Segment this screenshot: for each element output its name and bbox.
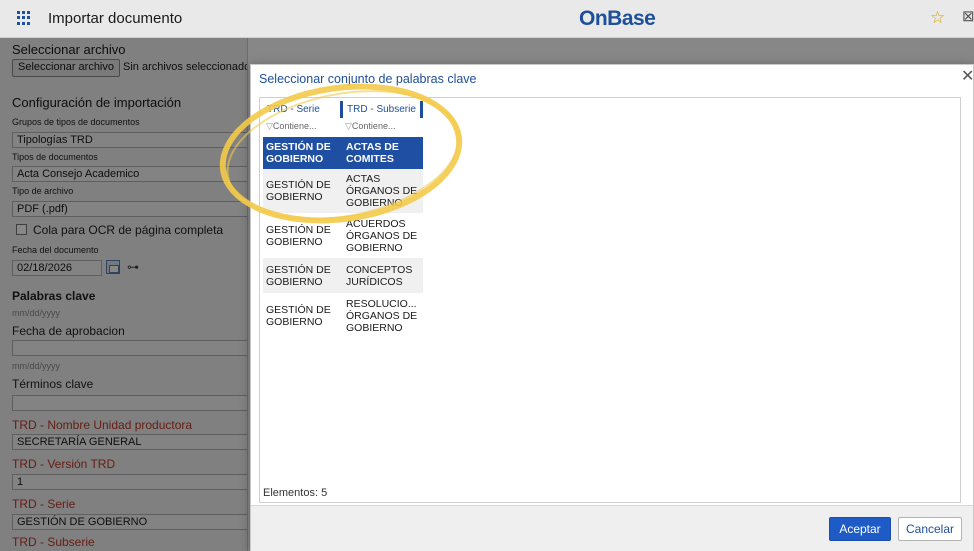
page-title: Importar documento [48, 10, 183, 27]
keyword-grid-panel: TRD - Serie TRD - Subserie ▽Contiene... … [259, 97, 961, 503]
logo-mark: · [646, 9, 648, 15]
close-icon[interactable]: ✕ [961, 69, 974, 85]
cell-subserie: ACTAS ÓRGANOS DE GOBIERNO [346, 173, 418, 209]
cancel-button[interactable]: Cancelar [898, 517, 962, 541]
keyword-set-dialog: Seleccionar conjunto de palabras clave ✕… [250, 64, 974, 551]
filter-subserie-text: Contiene... [351, 121, 396, 131]
dialog-title: Seleccionar conjunto de palabras clave [259, 72, 477, 86]
cell-subserie: ACUERDOS ÓRGANOS DE GOBIERNO [346, 217, 418, 254]
onbase-logo: OnBase [579, 7, 656, 30]
panel-icon[interactable]: ⊠ [962, 9, 974, 24]
filter-icon: ▽ [266, 121, 273, 131]
cell-subserie: RESOLUCIO... ÓRGANOS DE GOBIERNO [346, 298, 418, 334]
items-count: Elementos: 5 [263, 487, 328, 499]
filter-icon: ▽ [345, 121, 352, 131]
table-row[interactable]: GESTIÓN DE GOBIERNO ACTAS ÓRGANOS DE GOB… [263, 169, 423, 213]
apps-grid-icon[interactable] [17, 11, 31, 25]
star-icon[interactable]: ☆ [930, 9, 945, 26]
cell-serie: GESTIÓN DE GOBIERNO [266, 304, 331, 328]
cell-serie: GESTIÓN DE GOBIERNO [266, 141, 331, 165]
table-row[interactable]: GESTIÓN DE GOBIERNO ACUERDOS ÓRGANOS DE … [263, 213, 423, 258]
filter-subserie[interactable]: ▽Contiene... [342, 121, 423, 135]
column-header-subserie[interactable]: TRD - Subserie [340, 101, 423, 118]
cell-serie: GESTIÓN DE GOBIERNO [266, 263, 331, 288]
cell-subserie: CONCEPTOS JURÍDICOS [346, 263, 413, 288]
dialog-footer: Aceptar Cancelar [251, 505, 973, 551]
cell-serie: GESTIÓN DE GOBIERNO [266, 223, 331, 248]
table-row[interactable]: GESTIÓN DE GOBIERNO CONCEPTOS JURÍDICOS [263, 258, 423, 293]
cell-subserie: ACTAS DE COMITES [346, 141, 399, 165]
accept-button[interactable]: Aceptar [829, 517, 891, 541]
filter-serie-text: Contiene... [272, 121, 317, 131]
filter-serie[interactable]: ▽Contiene... [263, 121, 340, 135]
column-header-serie[interactable]: TRD - Serie [263, 101, 340, 118]
top-bar: Importar documento OnBase · ☆ ⊠ [0, 0, 974, 38]
table-row[interactable]: GESTIÓN DE GOBIERNO RESOLUCIO... ÓRGANOS… [263, 293, 423, 339]
cell-serie: GESTIÓN DE GOBIERNO [266, 179, 331, 203]
table-row[interactable]: GESTIÓN DE GOBIERNO ACTAS DE COMITES [263, 137, 423, 169]
